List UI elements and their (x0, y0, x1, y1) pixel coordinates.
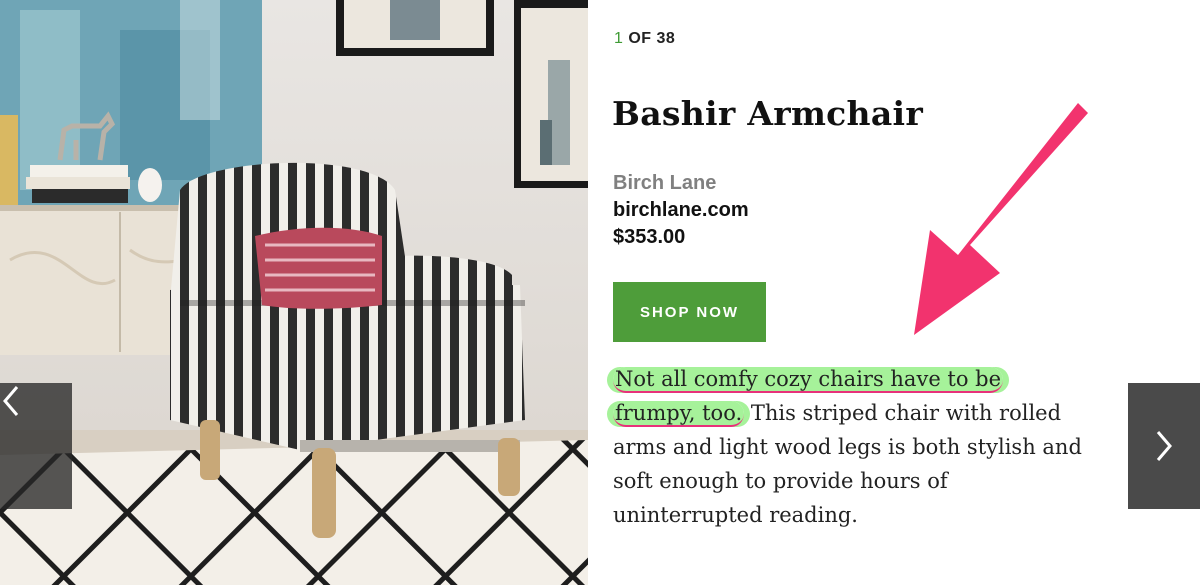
product-photo (0, 0, 588, 585)
slide-counter: 1 OF 38 (614, 30, 675, 48)
shop-now-button[interactable]: SHOP NOW (613, 282, 766, 342)
chevron-right-icon (1156, 431, 1172, 461)
slide-counter-current: 1 (614, 30, 624, 47)
previous-slide-button[interactable] (0, 383, 72, 509)
product-brand: Birch Lane (613, 172, 717, 194)
product-title: Bashir Armchair (612, 94, 924, 133)
slide-counter-total: OF 38 (628, 30, 676, 47)
highlighted-text-line-1: Not all comfy cozy chairs have to be (613, 367, 1004, 393)
chevron-left-icon (3, 386, 19, 416)
armchair-room-image (0, 0, 588, 585)
product-price: $353.00 (613, 226, 686, 248)
annotation-arrow-icon (914, 103, 1088, 335)
highlighted-text-line-2: frumpy, too. (613, 401, 745, 427)
product-description: Not all comfy cozy chairs have to be frum… (613, 362, 1093, 532)
product-site: birchlane.com (613, 199, 749, 221)
next-slide-button[interactable] (1128, 383, 1200, 509)
